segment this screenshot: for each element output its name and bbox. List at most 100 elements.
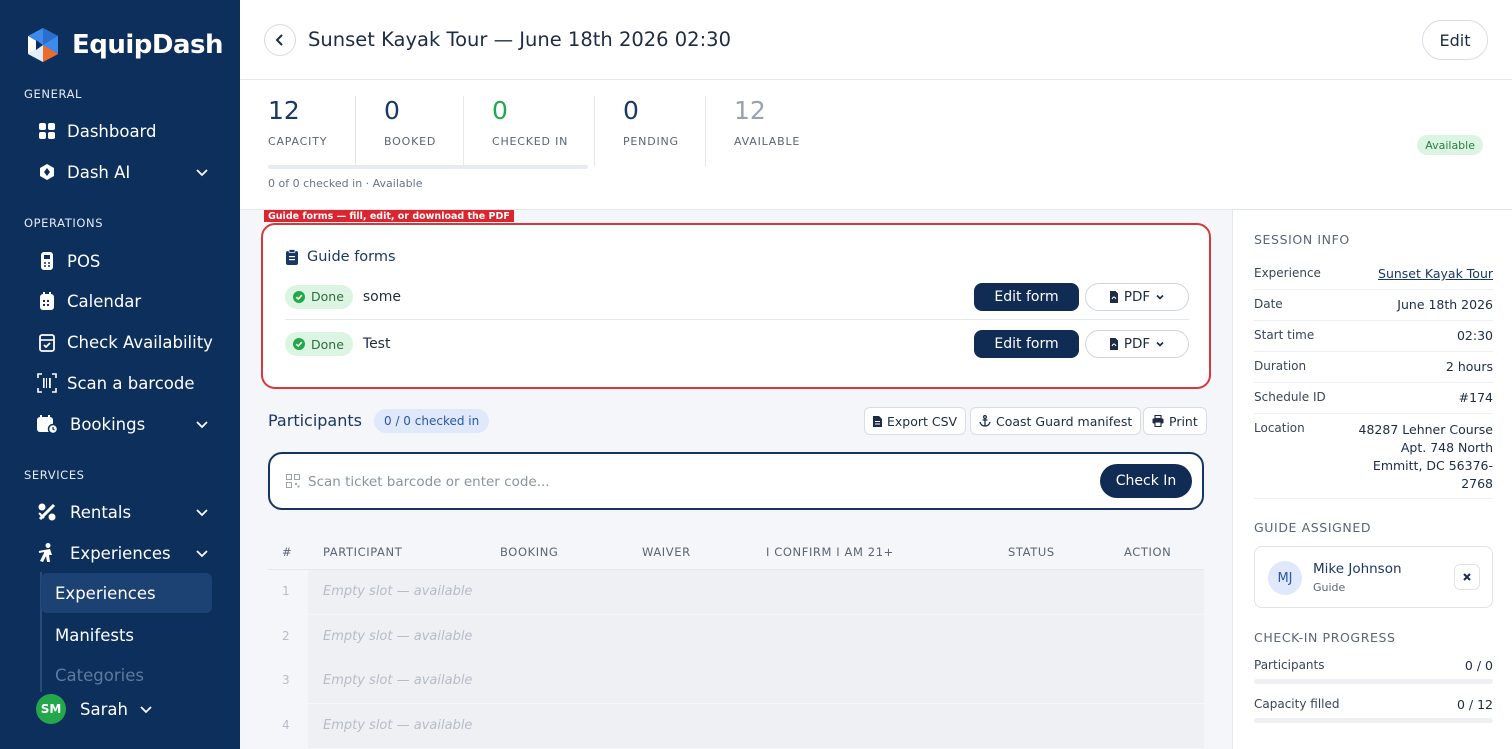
sidebar-subitem-experiences[interactable]: Experiences <box>41 573 212 613</box>
sidebar-item-label: Calendar <box>67 291 142 311</box>
calendar-check-icon <box>36 331 58 353</box>
pdf-dropdown-button[interactable]: PDF <box>1085 330 1189 358</box>
edit-button[interactable]: Edit <box>1422 20 1488 60</box>
pos-terminal-icon <box>36 250 58 272</box>
edit-form-button[interactable]: Edit form <box>974 282 1079 311</box>
sidebar-item-label: Rentals <box>70 502 132 522</box>
print-button[interactable]: Print <box>1143 407 1207 435</box>
page-title: Sunset Kayak Tour — June 18th 2026 02:30 <box>308 28 731 51</box>
sidebar-item-bookings[interactable]: Bookings <box>24 406 216 442</box>
sidebar-item-rentals[interactable]: Rentals <box>24 494 216 530</box>
stats-bar: 12 CAPACITY 0 BOOKED 0 CHECKED IN 0 PEND… <box>240 80 1512 210</box>
column-header-action: ACTION <box>1124 545 1172 559</box>
stat-capacity: 12 CAPACITY <box>268 96 327 168</box>
equipdash-logo-icon <box>28 28 58 62</box>
stat-pending: 0 PENDING <box>623 96 679 168</box>
stat-label: CAPACITY <box>268 135 328 148</box>
stat-checked-in: 0 CHECKED IN <box>492 96 568 168</box>
scan-ticket-input[interactable] <box>308 466 1088 498</box>
guide-forms-card: Guide forms Done some Edit form PDF Done… <box>261 223 1211 389</box>
progress-row-participants: Participants 0 / 0 <box>1254 658 1493 688</box>
row-number: 4 <box>282 718 290 732</box>
stat-label: CHECKED IN <box>492 135 569 148</box>
form-name: some <box>362 288 402 305</box>
app-name: EquipDash <box>72 30 224 60</box>
empty-slot-text: Empty slot — available <box>323 673 473 688</box>
sidebar-item-label: Dashboard <box>67 121 157 141</box>
section-services-label: SERVICES <box>24 468 85 482</box>
info-row-location: Location 48287 Lehner Course Apt. 748 No… <box>1254 421 1493 499</box>
file-icon <box>873 415 882 427</box>
app-logo[interactable]: EquipDash <box>24 26 224 64</box>
info-value: #174 <box>1458 390 1493 405</box>
back-button[interactable] <box>264 24 296 56</box>
column-header-waiver: WAIVER <box>642 545 691 559</box>
divider <box>594 96 595 166</box>
clipboard-icon <box>286 249 298 265</box>
progress-row-capacity: Capacity filled 0 / 12 <box>1254 697 1493 727</box>
scan-checkin-box: Check In <box>268 452 1204 510</box>
printer-icon <box>1152 415 1164 427</box>
anchor-icon <box>979 415 991 427</box>
participants-table: # PARTICIPANT BOOKING WAIVER I CONFIRM I… <box>268 532 1204 749</box>
sidebar-item-scan-barcode[interactable]: Scan a barcode <box>24 365 216 401</box>
chevron-down-icon <box>140 706 152 714</box>
empty-slot-text: Empty slot — available <box>323 584 473 599</box>
stat-value: 12 <box>734 96 766 125</box>
qr-code-icon <box>286 474 300 488</box>
divider <box>463 96 464 166</box>
export-csv-label: Export CSV <box>887 413 958 429</box>
sidebar-item-experiences[interactable]: Experiences <box>24 535 216 571</box>
edit-form-button[interactable]: Edit form <box>974 330 1079 358</box>
grid-icon <box>36 120 58 142</box>
info-value: 2 hours <box>1445 359 1493 374</box>
check-in-button[interactable]: Check In <box>1100 464 1192 498</box>
progress-bar <box>1254 679 1493 684</box>
table-row: 1 Empty slot — available <box>268 570 1204 614</box>
divider <box>705 96 706 166</box>
stat-label: AVAILABLE <box>734 135 801 148</box>
pdf-label: PDF <box>1123 336 1151 352</box>
experience-link[interactable]: Sunset Kayak Tour <box>1378 266 1493 281</box>
sidebar-item-dashboard[interactable]: Dashboard <box>24 113 216 149</box>
status-text: Done <box>311 289 344 304</box>
pdf-dropdown-button[interactable]: PDF <box>1085 282 1189 311</box>
progress-key: Participants <box>1254 658 1325 672</box>
pdf-label: PDF <box>1123 288 1151 305</box>
empty-slot-text: Empty slot — available <box>323 718 473 733</box>
guide-forms-title: Guide forms <box>285 249 396 265</box>
column-header-booking: BOOKING <box>500 545 559 559</box>
table-row: 2 Empty slot — available <box>268 615 1204 659</box>
pdf-file-icon <box>1109 338 1118 350</box>
user-name: Sarah <box>80 699 128 719</box>
guide-forms-annotation: Guide forms — fill, edit, or download th… <box>264 210 514 222</box>
status-text: Done <box>311 336 344 352</box>
empty-slot-text: Empty slot — available <box>323 629 473 644</box>
sidebar-item-check-availability[interactable]: Check Availability <box>24 324 216 360</box>
stat-booked: 0 BOOKED <box>384 96 436 168</box>
sidebar-subitem-manifests[interactable]: Manifests <box>41 615 212 655</box>
export-csv-button[interactable]: Export CSV <box>864 407 967 435</box>
row-number: 1 <box>282 584 290 598</box>
stat-label: BOOKED <box>384 135 437 148</box>
barcode-scan-icon <box>36 372 58 394</box>
sidebar-subitem-categories[interactable]: Categories <box>41 655 212 695</box>
coast-guard-manifest-button[interactable]: Coast Guard manifest <box>970 407 1142 435</box>
user-menu[interactable]: SM Sarah <box>36 694 154 724</box>
sidebar-item-dash-ai[interactable]: Dash AI <box>24 154 216 190</box>
avatar: SM <box>36 694 66 724</box>
section-operations-label: OPERATIONS <box>24 216 104 230</box>
chevron-down-icon <box>196 421 208 429</box>
sidebar-item-pos[interactable]: POS <box>24 243 216 279</box>
close-icon <box>1463 573 1471 581</box>
sidebar-item-calendar[interactable]: Calendar <box>24 283 216 319</box>
bookings-icon <box>36 413 58 435</box>
info-key: Schedule ID <box>1254 390 1326 404</box>
pdf-file-icon <box>1109 290 1118 303</box>
participants-title: Participants <box>268 411 362 430</box>
progress-value: 0 / 12 <box>1456 697 1493 712</box>
sidebar-item-label: Experiences <box>70 543 171 563</box>
info-row-start-time: Start time 02:30 <box>1254 328 1493 352</box>
remove-guide-button[interactable] <box>1454 564 1480 590</box>
sidebar-item-label: Bookings <box>70 414 146 434</box>
